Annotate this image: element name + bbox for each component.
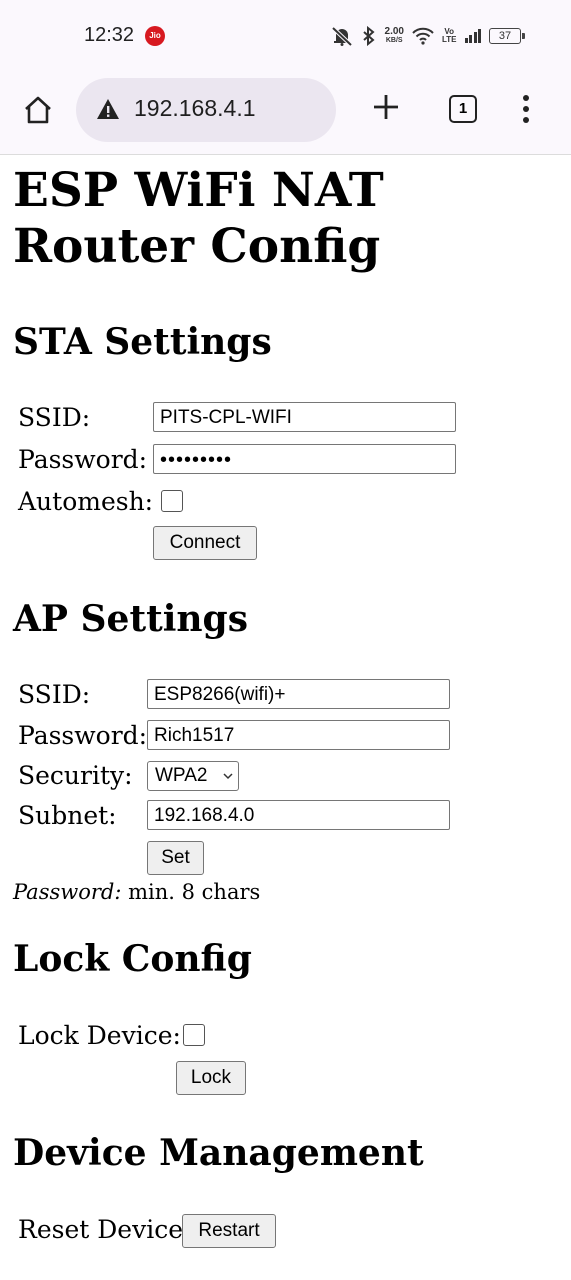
status-icons: 2.00 KB/S Vo LTE 37 (331, 22, 525, 50)
connect-button[interactable]: Connect (153, 526, 257, 560)
status-bar: 12:32 Jio 2.00 KB/S Vo LTE 37 (0, 0, 571, 70)
address-bar[interactable]: 192.168.4.1 (76, 78, 336, 142)
reset-device-label: Reset Device: (18, 1215, 192, 1244)
automesh-checkbox[interactable] (161, 490, 183, 512)
page-title: ESP WiFi NAT Router Config (13, 163, 384, 274)
ap-settings-heading: AP Settings (13, 598, 248, 640)
mute-icon (331, 26, 352, 46)
sta-ssid-input[interactable]: PITS-CPL-WIFI (153, 402, 456, 432)
ap-ssid-input[interactable]: ESP8266(wifi)+ (147, 679, 450, 709)
clock: 12:32 (84, 24, 135, 46)
new-tab-icon[interactable] (371, 92, 401, 122)
security-select[interactable]: WPA2 (147, 761, 239, 791)
sta-password-label: Password: (18, 445, 148, 474)
url-text[interactable]: 192.168.4.1 (134, 95, 256, 122)
password-hint-label: Password: (13, 880, 122, 904)
lock-device-label: Lock Device: (18, 1021, 181, 1050)
sta-ssid-label: SSID: (18, 403, 91, 432)
battery-icon: 37 (489, 28, 525, 44)
password-hint-text: min. 8 chars (121, 880, 261, 904)
password-hint: Password: min. 8 chars (13, 879, 260, 905)
network-speed: 2.00 KB/S (384, 26, 404, 45)
device-management-heading: Device Management (13, 1132, 424, 1174)
page-header: ESP WiFi NAT Router Config (13, 163, 563, 275)
restart-button[interactable]: Restart (182, 1214, 276, 1248)
wifi-icon (412, 27, 434, 45)
security-label: Security: (18, 761, 133, 790)
sta-settings-heading: STA Settings (13, 321, 272, 363)
carrier-badge: Jio (145, 26, 165, 46)
lock-device-checkbox[interactable] (183, 1024, 205, 1046)
more-options-icon[interactable] (519, 94, 533, 124)
ap-password-input[interactable]: Rich1517 (147, 720, 450, 750)
ap-ssid-label: SSID: (18, 680, 91, 709)
home-icon[interactable] (22, 94, 54, 126)
chevron-down-icon (223, 773, 233, 780)
volte-indicator: Vo LTE (441, 27, 457, 44)
security-select-value: WPA2 (155, 765, 208, 786)
set-button[interactable]: Set (147, 841, 204, 875)
subnet-input[interactable]: 192.168.4.0 (147, 800, 450, 830)
lock-config-heading: Lock Config (13, 938, 252, 980)
tab-switcher-button[interactable]: 1 (449, 95, 477, 123)
bluetooth-icon (362, 26, 375, 46)
browser-toolbar: 192.168.4.1 1 (0, 70, 571, 155)
automesh-label: Automesh: (18, 487, 154, 516)
subnet-label: Subnet: (18, 801, 117, 830)
signal-icon (464, 29, 481, 43)
sta-password-input[interactable]: ••••••••• (153, 444, 456, 474)
lock-button[interactable]: Lock (176, 1061, 246, 1095)
ap-password-label: Password: (18, 721, 148, 750)
not-secure-warning-icon[interactable] (96, 98, 120, 120)
